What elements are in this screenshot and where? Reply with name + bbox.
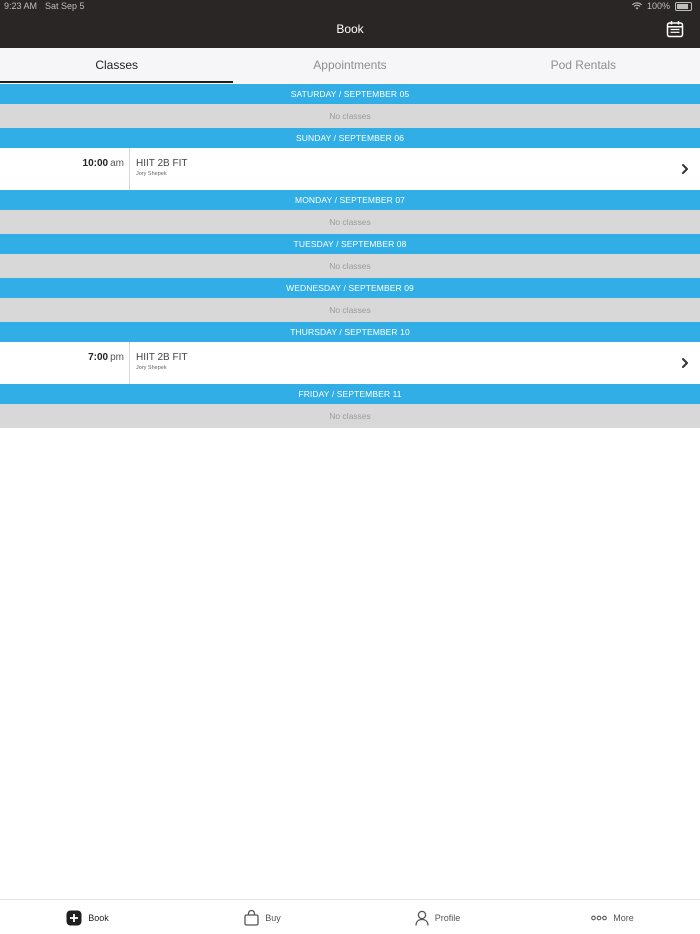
class-time: 7:00 pm: [88, 352, 124, 363]
status-bar: 9:23 AM Sat Sep 5 100%: [0, 0, 700, 14]
no-classes-row: No classes: [0, 254, 700, 278]
day-header-friday: FRIDAY / SEPTEMBER 11: [0, 384, 700, 404]
class-time-value: 7:00: [88, 352, 109, 363]
top-navigation-bar: 9:23 AM Sat Sep 5 100% Book: [0, 0, 700, 48]
class-row-thursday[interactable]: 7:00 pm HIIT 2B FIT Jory Shepek: [0, 342, 700, 384]
class-instructor: Jory Shepek: [136, 171, 167, 177]
app-screen: 9:23 AM Sat Sep 5 100% Book Classes Appo…: [0, 0, 700, 934]
bottom-tab-bar: Book Buy Profile More: [0, 899, 700, 934]
class-name: HIIT 2B FIT: [136, 352, 188, 363]
segment-tabs: Classes Appointments Pod Rentals: [0, 48, 700, 83]
battery-icon: [675, 1, 692, 11]
no-classes-row: No classes: [0, 404, 700, 428]
day-header-wednesday: WEDNESDAY / SEPTEMBER 09: [0, 278, 700, 298]
day-header-saturday: SATURDAY / SEPTEMBER 05: [0, 84, 700, 104]
battery-percent: 100%: [646, 1, 670, 11]
schedule-list: SATURDAY / SEPTEMBER 05 No classes SUNDA…: [0, 84, 700, 428]
nav-more[interactable]: More: [525, 900, 700, 934]
more-dots-icon: [591, 915, 608, 920]
page-title: Book: [336, 22, 364, 36]
class-time-column: 7:00 pm: [0, 342, 130, 384]
no-classes-row: No classes: [0, 104, 700, 128]
day-header-sunday: SUNDAY / SEPTEMBER 06: [0, 128, 700, 148]
nav-buy-label: Buy: [265, 912, 281, 923]
calendar-icon[interactable]: [666, 20, 684, 38]
nav-profile[interactable]: Profile: [350, 900, 525, 934]
no-classes-row: No classes: [0, 298, 700, 322]
nav-profile-label: Profile: [434, 912, 461, 923]
wifi-icon: [631, 2, 642, 10]
day-header-monday: MONDAY / SEPTEMBER 07: [0, 190, 700, 210]
chevron-right-icon[interactable]: [680, 357, 690, 369]
nav-buy[interactable]: Buy: [175, 900, 350, 934]
class-row-sunday[interactable]: 10:00 am HIIT 2B FIT Jory Shepek: [0, 148, 700, 190]
class-time: 10:00 am: [83, 158, 124, 169]
class-time-ampm: am: [110, 158, 124, 169]
tab-appointments[interactable]: Appointments: [233, 48, 466, 83]
nav-book[interactable]: Book: [0, 900, 175, 934]
tab-classes[interactable]: Classes: [0, 48, 234, 83]
class-time-ampm: pm: [110, 352, 124, 363]
plus-square-icon: [66, 910, 82, 925]
class-time-value: 10:00: [82, 158, 109, 169]
shopping-bag-icon: [244, 909, 259, 926]
class-instructor: Jory Shepek: [136, 365, 167, 371]
person-icon: [415, 910, 429, 926]
class-name: HIIT 2B FIT: [136, 158, 188, 169]
status-time: 9:23 AM: [4, 1, 38, 11]
no-classes-row: No classes: [0, 210, 700, 234]
status-right: 100%: [631, 1, 692, 11]
day-header-tuesday: TUESDAY / SEPTEMBER 08: [0, 234, 700, 254]
class-time-column: 10:00 am: [0, 148, 130, 190]
tab-pod-rentals[interactable]: Pod Rentals: [467, 48, 700, 83]
day-header-thursday: THURSDAY / SEPTEMBER 10: [0, 322, 700, 342]
nav-more-label: More: [613, 912, 634, 923]
status-date: Sat Sep 5: [45, 1, 85, 11]
nav-book-label: Book: [88, 912, 109, 923]
chevron-right-icon[interactable]: [680, 163, 690, 175]
